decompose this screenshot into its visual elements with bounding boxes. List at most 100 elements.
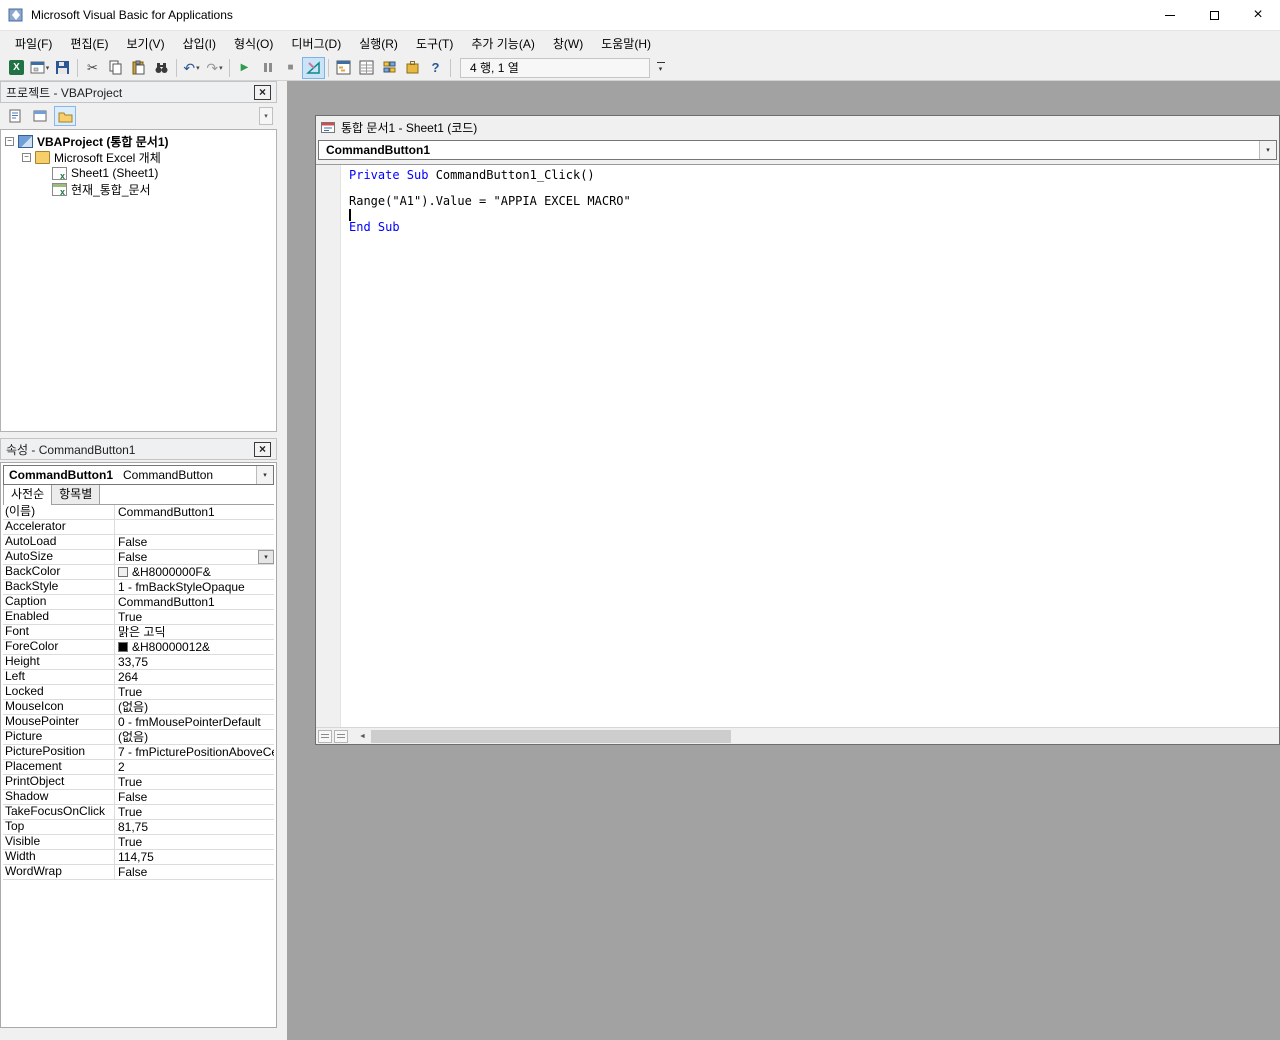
close-button[interactable]: ×	[1236, 0, 1280, 30]
design-mode-button[interactable]	[302, 56, 325, 79]
property-value[interactable]: 0 - fmMousePointerDefault	[115, 715, 274, 729]
project-panel-titlebar[interactable]: 프로젝트 - VBAProject ×	[0, 81, 277, 103]
menu-item[interactable]: 파일(F)	[6, 31, 61, 55]
help-button[interactable]: ?	[424, 57, 447, 79]
property-value[interactable]: (없음)	[115, 700, 274, 714]
tab-alphabetic[interactable]: 사전순	[3, 483, 53, 505]
project-panel-close-button[interactable]: ×	[254, 84, 271, 100]
property-row[interactable]: Enabled True	[3, 610, 274, 625]
property-value[interactable]: True	[115, 805, 274, 819]
view-microsoft-excel-button[interactable]: X	[5, 57, 28, 79]
property-row[interactable]: TakeFocusOnClick True	[3, 805, 274, 820]
code-window-titlebar[interactable]: 통합 문서1 - Sheet1 (코드)	[316, 116, 1279, 138]
scroll-left-button[interactable]: ◄	[354, 728, 371, 745]
property-value[interactable]: True	[115, 835, 274, 849]
minimize-button[interactable]	[1148, 0, 1192, 30]
menu-item[interactable]: 보기(V)	[117, 31, 173, 55]
save-button[interactable]	[51, 57, 74, 79]
object-selector-combobox[interactable]: CommandButton1 CommandButton ▾	[3, 465, 274, 485]
property-value[interactable]: False	[115, 790, 274, 804]
property-row[interactable]: PicturePosition 7 - fmPicturePositionAbov…	[3, 745, 274, 760]
toolbox-button[interactable]	[401, 57, 424, 79]
menu-item[interactable]: 실행(R)	[350, 31, 407, 55]
property-value[interactable]: False ▾	[115, 550, 274, 564]
tree-item[interactable]: − VBAProject (통합 문서1)	[1, 133, 276, 149]
property-row[interactable]: AutoLoad False	[3, 535, 274, 550]
property-row[interactable]: WordWrap False	[3, 865, 274, 880]
properties-panel-close-button[interactable]: ×	[254, 441, 271, 457]
menu-item[interactable]: 삽입(I)	[174, 31, 225, 55]
toolbar-options-button[interactable]: ▾	[653, 57, 668, 79]
property-row[interactable]: Height 33,75	[3, 655, 274, 670]
property-value[interactable]: False	[115, 535, 274, 549]
property-row[interactable]: MouseIcon (없음)	[3, 700, 274, 715]
toggle-folders-button[interactable]	[54, 106, 76, 126]
property-value[interactable]	[115, 520, 274, 534]
view-code-button[interactable]	[4, 106, 26, 126]
property-row[interactable]: PrintObject True	[3, 775, 274, 790]
menu-item[interactable]: 편집(E)	[61, 31, 117, 55]
undo-button[interactable]: ↶ ▾	[180, 57, 203, 79]
property-row[interactable]: (이름) CommandButton1	[3, 505, 274, 520]
property-row[interactable]: Top 81,75	[3, 820, 274, 835]
project-panel-scroll-down-button[interactable]: ▾	[259, 107, 273, 125]
property-value[interactable]: True	[115, 775, 274, 789]
menu-item[interactable]: 디버그(D)	[282, 31, 350, 55]
property-value[interactable]: False	[115, 865, 274, 879]
combobox-dropdown-button[interactable]: ▾	[1259, 141, 1276, 159]
property-value[interactable]: 맑은 고딕	[115, 625, 274, 639]
copy-button[interactable]	[104, 57, 127, 79]
property-dropdown-button[interactable]: ▾	[258, 550, 274, 564]
object-browser-button[interactable]	[378, 57, 401, 79]
horizontal-scrollbar[interactable]: ◄	[316, 727, 1279, 744]
property-value[interactable]: 2	[115, 760, 274, 774]
menu-item[interactable]: 도움말(H)	[592, 31, 660, 55]
scrollbar-thumb[interactable]	[371, 729, 731, 743]
property-row[interactable]: BackStyle 1 - fmBackStyleOpaque	[3, 580, 274, 595]
property-value[interactable]: (없음)	[115, 730, 274, 744]
paste-button[interactable]	[127, 57, 150, 79]
property-row[interactable]: Font 맑은 고딕	[3, 625, 274, 640]
property-value[interactable]: 114,75	[115, 850, 274, 864]
full-module-view-button[interactable]	[334, 729, 348, 743]
procedure-view-button[interactable]	[318, 729, 332, 743]
property-row[interactable]: Visible True	[3, 835, 274, 850]
maximize-button[interactable]	[1192, 0, 1236, 30]
properties-panel-titlebar[interactable]: 속성 - CommandButton1 ×	[0, 438, 277, 460]
property-value[interactable]: 81,75	[115, 820, 274, 834]
property-row[interactable]: Width 114,75	[3, 850, 274, 865]
cut-button[interactable]: ✂	[81, 57, 104, 79]
code-editor[interactable]: Private Sub CommandButton1_Click() Range(…	[316, 164, 1279, 727]
insert-userform-button[interactable]: ▾	[28, 57, 51, 79]
properties-window-button[interactable]	[355, 57, 378, 79]
property-value[interactable]: True	[115, 685, 274, 699]
property-value[interactable]: 33,75	[115, 655, 274, 669]
property-row[interactable]: Locked True	[3, 685, 274, 700]
redo-button[interactable]: ↷ ▾	[203, 57, 226, 79]
code-window[interactable]: 통합 문서1 - Sheet1 (코드) CommandButton1 ▾ Pr…	[315, 115, 1280, 745]
property-row[interactable]: AutoSize False ▾	[3, 550, 274, 565]
property-row[interactable]: Placement 2	[3, 760, 274, 775]
combobox-dropdown-button[interactable]: ▾	[256, 466, 273, 484]
break-button[interactable]	[256, 57, 279, 79]
property-row[interactable]: Picture (없음)	[3, 730, 274, 745]
property-value[interactable]: 264	[115, 670, 274, 684]
property-value[interactable]: 1 - fmBackStyleOpaque	[115, 580, 274, 594]
reset-button[interactable]: ■	[279, 57, 302, 79]
margin-indicator-bar[interactable]	[316, 165, 341, 727]
project-explorer-button[interactable]	[332, 57, 355, 79]
property-row[interactable]: MousePointer 0 - fmMousePointerDefault	[3, 715, 274, 730]
property-row[interactable]: Caption CommandButton1	[3, 595, 274, 610]
property-value[interactable]: CommandButton1	[115, 595, 274, 609]
menu-item[interactable]: 형식(O)	[225, 31, 282, 55]
property-row[interactable]: Accelerator	[3, 520, 274, 535]
property-row[interactable]: Shadow False	[3, 790, 274, 805]
tree-item[interactable]: Sheet1 (Sheet1)	[1, 165, 276, 181]
tree-item[interactable]: − Microsoft Excel 개체	[1, 149, 276, 165]
property-row[interactable]: BackColor &H8000000F&	[3, 565, 274, 580]
tree-item[interactable]: 현재_통합_문서	[1, 181, 276, 197]
tab-categorized[interactable]: 항목별	[51, 483, 101, 504]
run-sub-button[interactable]: ▶	[233, 57, 256, 79]
menu-item[interactable]: 창(W)	[544, 31, 592, 55]
menu-item[interactable]: 추가 기능(A)	[462, 31, 544, 55]
